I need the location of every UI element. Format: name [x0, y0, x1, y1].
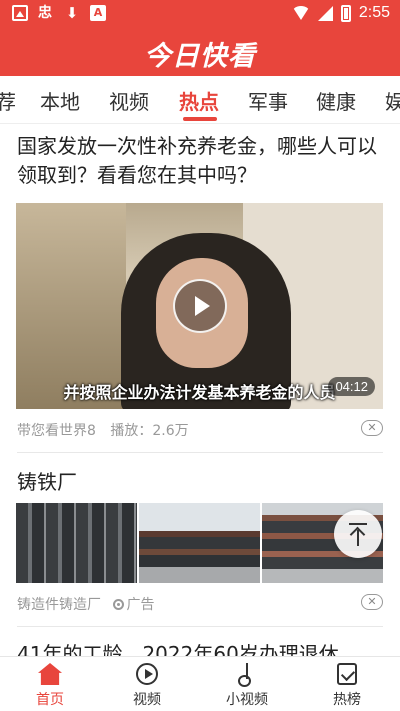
nav-label: 首页 [36, 692, 64, 708]
article-title[interactable]: 铸铁厂 [17, 466, 77, 495]
ad-meta: 铸造件铸造厂 广告 [17, 594, 154, 614]
article-title[interactable]: 国家发放一次性补充养老金，哪些人可以领取到？看看您在其中吗？ [17, 132, 383, 190]
article-source: 带您看世界8 [17, 423, 96, 439]
home-icon [38, 663, 62, 685]
ad-icon [113, 599, 125, 610]
video-duration: 04:12 [328, 377, 375, 396]
arrow-up-icon [357, 530, 359, 546]
nav-video[interactable]: 视频 [97, 657, 197, 711]
article-meta: 带您看世界8 播放：2.6万 [17, 420, 189, 440]
ad-indicator: 广告 [113, 597, 154, 613]
app-notification-icon: 忠 [38, 5, 52, 21]
tab-health[interactable]: 健康 [316, 86, 356, 115]
active-tab-indicator [183, 117, 217, 121]
status-right-icons: 2:55 [291, 4, 390, 22]
article-title[interactable]: 41年的工龄，2022年60岁办理退休 [17, 638, 339, 656]
video-play-icon [136, 663, 158, 685]
tab-recommend[interactable]: 荐 [0, 86, 16, 115]
divider [17, 452, 383, 453]
category-tabs: 荐 本地 视频 热点 军事 健康 娱 [0, 76, 400, 124]
status-time: 2:55 [358, 4, 390, 21]
bottom-navigation: 首页 视频 小视频 热榜 [0, 656, 400, 711]
nav-label: 小视频 [226, 692, 268, 708]
ad-image-row[interactable] [16, 503, 383, 583]
ad-label: 广告 [126, 597, 155, 613]
a-icon: A [90, 5, 106, 21]
ad-image[interactable] [139, 503, 260, 583]
plays-count: 2.6万 [152, 423, 189, 439]
dismiss-button[interactable]: ✕ [361, 594, 383, 610]
nav-label: 热榜 [333, 692, 361, 708]
image-icon [12, 5, 28, 21]
dismiss-button[interactable]: ✕ [361, 420, 383, 436]
ad-source: 铸造件铸造厂 [17, 597, 101, 613]
tab-military[interactable]: 军事 [248, 86, 288, 115]
app-logo-title: 今日快看 [144, 41, 256, 72]
divider [17, 626, 383, 627]
download-icon: ⬇ [65, 4, 79, 22]
plays-label: 播放： [110, 423, 153, 439]
play-icon[interactable] [173, 279, 227, 333]
tab-video[interactable]: 视频 [109, 86, 149, 115]
battery-icon [340, 4, 351, 22]
nav-short-video[interactable]: 小视频 [197, 657, 297, 711]
app-header: 今日快看 [0, 28, 400, 76]
tab-entertainment[interactable]: 娱 [385, 86, 400, 115]
nav-hot-list[interactable]: 热榜 [297, 657, 397, 711]
music-note-icon [235, 663, 259, 687]
tab-hot[interactable]: 热点 [179, 86, 219, 115]
video-thumbnail[interactable]: 并按照企业办法计发基本养老金的人员 04:12 [16, 203, 383, 409]
ad-image[interactable] [16, 503, 137, 583]
ranking-icon [337, 663, 357, 685]
news-feed[interactable]: 国家发放一次性补充养老金，哪些人可以领取到？看看您在其中吗？ 并按照企业办法计发… [0, 124, 400, 656]
status-left-icons: 忠 ⬇ A [12, 5, 106, 21]
signal-icon [317, 5, 333, 21]
wifi-icon [291, 6, 310, 20]
tab-local[interactable]: 本地 [40, 86, 80, 115]
nav-home[interactable]: 首页 [0, 657, 100, 711]
status-bar: 忠 ⬇ A 2:55 [0, 0, 400, 28]
nav-label: 视频 [133, 692, 161, 708]
scroll-to-top-button[interactable] [334, 510, 382, 558]
